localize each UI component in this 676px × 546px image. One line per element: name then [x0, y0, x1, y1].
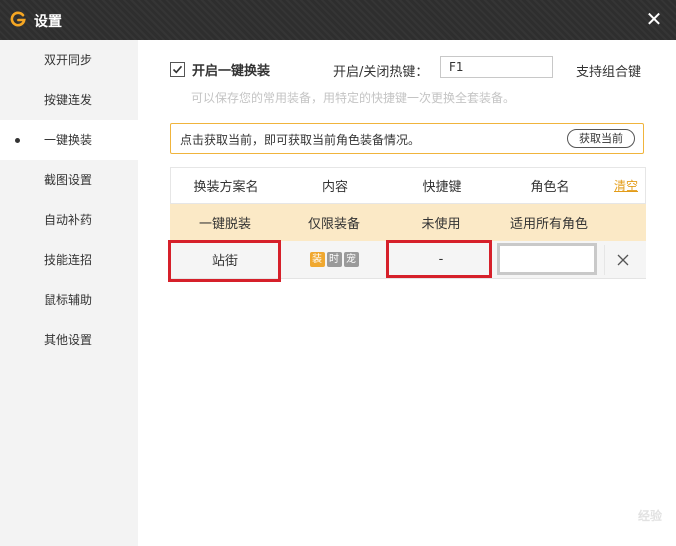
sidebar-item-quick-equip[interactable]: 一键换装 [0, 120, 138, 160]
row-role-name: 适用所有角色 [509, 217, 588, 232]
row-content-tags: 装 时 宠 [280, 241, 388, 278]
sidebar-item-screenshot[interactable]: 截图设置 [0, 160, 138, 200]
close-icon[interactable]: ✕ [644, 8, 664, 30]
sidebar: 双开同步 按键连发 一键换装 截图设置 自动补药 技能连招 鼠标辅助 其他设置 [0, 40, 138, 546]
header-hotkey: 快捷键 [422, 180, 462, 195]
tag-fashion: 时 [326, 252, 342, 267]
get-current-button[interactable]: 获取当前 [567, 129, 635, 148]
table-header-row: 换装方案名 内容 快捷键 角色名 清空 [170, 167, 646, 204]
sidebar-item-mouse-assist[interactable]: 鼠标辅助 [0, 280, 138, 320]
table-row[interactable]: 站街 装 时 宠 - [170, 241, 646, 279]
sidebar-item-label: 一键换装 [44, 133, 93, 147]
enable-quick-equip-checkbox[interactable] [170, 62, 185, 77]
sidebar-item-key-repeat[interactable]: 按键连发 [0, 80, 138, 120]
table-row[interactable]: 一键脱装 仅限装备 未使用 适用所有角色 [170, 204, 646, 241]
sidebar-item-label: 双开同步 [44, 53, 93, 67]
notice-bar: 点击获取当前，即可获取当前角色装备情况。 获取当前 [170, 123, 644, 154]
checkmark-icon [172, 65, 183, 74]
sidebar-item-label: 技能连招 [44, 253, 93, 267]
sidebar-item-label: 其他设置 [44, 333, 93, 347]
column-separator [604, 245, 605, 275]
sidebar-item-dual-sync[interactable]: 双开同步 [0, 40, 138, 80]
sidebar-item-auto-potion[interactable]: 自动补药 [0, 200, 138, 240]
title-bar: 设置 ✕ [0, 0, 676, 40]
sidebar-item-label: 截图设置 [44, 173, 93, 187]
sidebar-item-other-settings[interactable]: 其他设置 [0, 320, 138, 360]
tag-equip: 装 [309, 252, 325, 267]
tag-pet: 宠 [343, 252, 359, 267]
row-scheme-name: 一键脱装 [198, 217, 251, 232]
sidebar-item-label: 自动补药 [44, 213, 93, 227]
row-hotkey[interactable]: - [388, 241, 494, 278]
combo-key-label: 支持组合键 [576, 65, 642, 80]
active-indicator-dot [15, 138, 20, 143]
main-panel: 开启一键换装 开启/关闭热键： 支持组合键 可以保存您的常用装备，用特定的快捷键… [138, 40, 676, 546]
row-content: 仅限装备 [307, 217, 360, 232]
header-clear-cell: 清空 [605, 168, 647, 203]
sidebar-item-label: 按键连发 [44, 93, 93, 107]
app-logo-icon [10, 11, 26, 27]
column-separator [280, 245, 281, 275]
header-content: 内容 [321, 180, 348, 195]
sidebar-item-skill-combo[interactable]: 技能连招 [0, 240, 138, 280]
column-separator [388, 245, 389, 275]
hint-text: 可以保存您的常用装备，用特定的快捷键一次更换全套装备。 [191, 91, 516, 105]
clear-link[interactable]: 清空 [614, 177, 638, 194]
watermark: 经验 [637, 509, 662, 523]
hotkey-label: 开启/关闭热键： [333, 65, 429, 80]
row-scheme-name[interactable]: 站街 [170, 241, 280, 278]
delete-icon[interactable] [614, 251, 632, 269]
enable-quick-equip-label: 开启一键换装 [192, 64, 271, 79]
header-role-name: 角色名 [530, 180, 570, 195]
hotkey-input[interactable] [440, 56, 553, 78]
notice-text: 点击获取当前，即可获取当前角色装备情况。 [180, 133, 421, 147]
row-hotkey: 未使用 [421, 217, 461, 232]
window-title: 设置 [34, 14, 62, 30]
sidebar-item-label: 鼠标辅助 [44, 293, 93, 307]
header-scheme-name: 换装方案名 [193, 180, 259, 195]
role-name-input[interactable] [497, 243, 597, 275]
